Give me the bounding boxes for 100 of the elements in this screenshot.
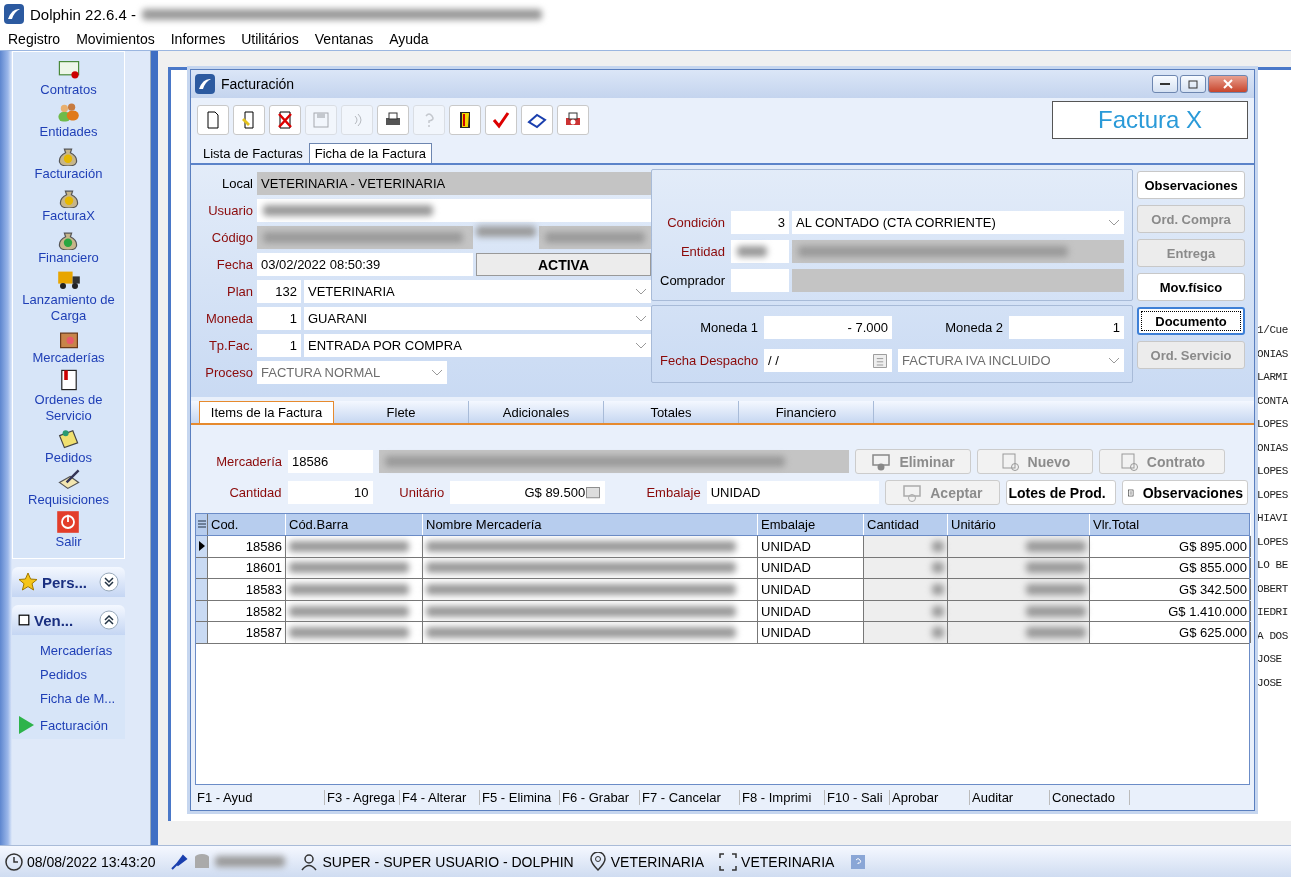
item-button[interactable]: Observaciones <box>1122 480 1248 505</box>
sidebar-item[interactable]: Ordenes de Servicio <box>13 392 124 424</box>
menu-item[interactable]: Utilitários <box>241 31 299 47</box>
function-key-label[interactable]: Conectado <box>1050 789 1130 805</box>
action-button[interactable]: Mov.físico <box>1137 273 1245 301</box>
tab[interactable]: Financiero <box>739 401 874 423</box>
date-field[interactable]: 03/02/2022 08:50:39 <box>257 253 473 276</box>
tab[interactable]: Totales <box>604 401 739 423</box>
list-text: LOPES <box>1257 417 1289 432</box>
column-header[interactable]: Cód.Barra <box>286 514 423 535</box>
column-header[interactable]: Embalaje <box>758 514 864 535</box>
action-button[interactable]: Observaciones <box>1137 171 1245 199</box>
combo-box[interactable]: GUARANI <box>304 307 651 330</box>
combo-box[interactable]: VETERINARIA <box>304 280 651 303</box>
column-header[interactable]: Nombre Mercadería <box>423 514 758 535</box>
sidebar-item[interactable]: Lanzamiento de Carga <box>13 292 124 324</box>
code-field[interactable]: 3 <box>731 211 790 234</box>
toolbar-button[interactable] <box>449 105 481 135</box>
document-field[interactable] <box>539 226 651 249</box>
buyer-field[interactable] <box>792 269 1124 292</box>
tab[interactable]: Flete <box>334 401 469 423</box>
row-indicator[interactable] <box>196 536 208 557</box>
sidebar-item[interactable]: Mercaderías <box>32 350 105 366</box>
price-field[interactable]: G$ 89.500 <box>450 481 606 504</box>
function-key-label[interactable]: F4 - Alterar <box>400 789 480 805</box>
menu-item[interactable]: Ayuda <box>389 31 429 47</box>
function-key-label[interactable]: F7 - Cancelar <box>640 789 740 805</box>
code-field[interactable]: 18586 <box>288 450 373 473</box>
combo-box[interactable]: FACTURA IVA INCLUIDO <box>898 349 1124 372</box>
tab[interactable]: Adicionales <box>469 401 604 423</box>
column-menu-icon[interactable] <box>197 519 206 530</box>
column-header[interactable]: Cantidad <box>864 514 948 535</box>
panel-header[interactable]: Ven... <box>12 605 125 635</box>
sidebar-item[interactable]: Salir <box>55 534 82 550</box>
sidebar-item[interactable]: Entidades <box>39 124 98 140</box>
dropdown-caret-icon[interactable] <box>635 314 647 323</box>
table-cell: 18587 <box>208 622 286 643</box>
quantity-field[interactable]: 10 <box>287 481 373 504</box>
splitter-bar[interactable] <box>150 51 158 845</box>
panel-item[interactable]: Pedidos <box>40 667 87 682</box>
local-field[interactable]: VETERINARIA - VETERINARIA <box>257 172 651 195</box>
column-header[interactable]: Vlr.Total <box>1090 514 1251 535</box>
minimize-button[interactable] <box>1152 75 1178 93</box>
function-key-label[interactable]: F3 - Agrega <box>325 789 400 805</box>
entity-field[interactable] <box>792 240 1124 263</box>
code-field[interactable]: 1 <box>257 307 301 330</box>
dropdown-caret-icon[interactable] <box>431 368 443 377</box>
menu-item[interactable]: Ventanas <box>314 31 374 47</box>
menu-item[interactable]: Registro <box>8 31 61 47</box>
function-key-label[interactable]: F8 - Imprimi <box>740 789 825 805</box>
sidebar-item[interactable]: Pedidos <box>45 450 92 466</box>
panel-item[interactable]: Mercaderías <box>40 643 113 658</box>
panel-item[interactable]: Ficha de M... <box>40 691 116 706</box>
function-key-label[interactable]: Aprobar <box>890 789 970 805</box>
expand-icon[interactable] <box>99 572 119 592</box>
dropdown-caret-icon[interactable] <box>1108 218 1120 227</box>
tab[interactable]: Lista de Facturas <box>197 143 309 163</box>
dropdown-caret-icon[interactable] <box>635 341 647 350</box>
item-button[interactable]: Lotes de Prod. <box>1006 480 1116 505</box>
menu-item[interactable]: Informes <box>170 31 226 47</box>
sidebar-item[interactable]: Facturación <box>34 166 103 182</box>
amount-field[interactable]: - 7.000 <box>764 316 892 339</box>
status-label: ACTIVA <box>476 253 651 276</box>
packaging-field[interactable]: UNIDAD <box>706 481 879 504</box>
buyer-code-field[interactable] <box>731 269 790 292</box>
sidebar-item[interactable]: Requisiciones <box>28 492 109 508</box>
tab[interactable]: Ficha de la Factura <box>308 143 432 163</box>
dropdown-caret-icon[interactable] <box>635 287 647 296</box>
amount-field[interactable]: 1 <box>1009 316 1124 339</box>
tab[interactable]: Items de la Factura <box>199 401 334 423</box>
sidebar-item[interactable]: Financiero <box>38 250 99 266</box>
close-button[interactable] <box>1208 75 1248 93</box>
function-key-label[interactable]: Auditar <box>970 789 1050 805</box>
code-field[interactable]: 1 <box>257 334 301 357</box>
panel-item[interactable]: Facturación <box>40 717 108 733</box>
list-text: CONTA <box>1257 393 1289 409</box>
dropdown-caret-icon[interactable] <box>1108 356 1120 365</box>
user-field[interactable] <box>257 199 651 222</box>
function-key-label[interactable]: F5 - Elimina <box>480 789 560 805</box>
sidebar-item[interactable]: Contratos <box>40 82 97 98</box>
menu-item[interactable]: Movimientos <box>76 31 155 47</box>
collapse-icon[interactable] <box>99 610 119 630</box>
toolbar-button[interactable] <box>521 105 553 135</box>
date-field[interactable]: / / <box>764 349 892 372</box>
code-field[interactable] <box>257 226 473 249</box>
toolbar-button[interactable] <box>377 105 409 135</box>
combo-box[interactable]: FACTURA NORMAL <box>257 361 447 384</box>
product-field[interactable] <box>379 450 849 473</box>
panel-header[interactable]: Pers... <box>12 567 125 597</box>
function-key-label[interactable]: F1 - Ayud <box>195 789 325 805</box>
action-button[interactable]: Documento <box>1137 307 1245 335</box>
code-field[interactable]: 132 <box>257 280 301 303</box>
sidebar-item[interactable]: FacturaX <box>42 208 95 224</box>
column-header[interactable]: Unitário <box>948 514 1090 535</box>
code-field[interactable] <box>731 240 790 263</box>
combo-box[interactable]: AL CONTADO (CTA CORRIENTE) <box>792 211 1124 234</box>
column-header[interactable]: Cod. <box>208 514 286 535</box>
function-key-label[interactable]: F6 - Grabar <box>560 789 640 805</box>
function-key-label[interactable]: F10 - Sali <box>825 789 890 805</box>
combo-box[interactable]: ENTRADA POR COMPRA <box>304 334 651 357</box>
